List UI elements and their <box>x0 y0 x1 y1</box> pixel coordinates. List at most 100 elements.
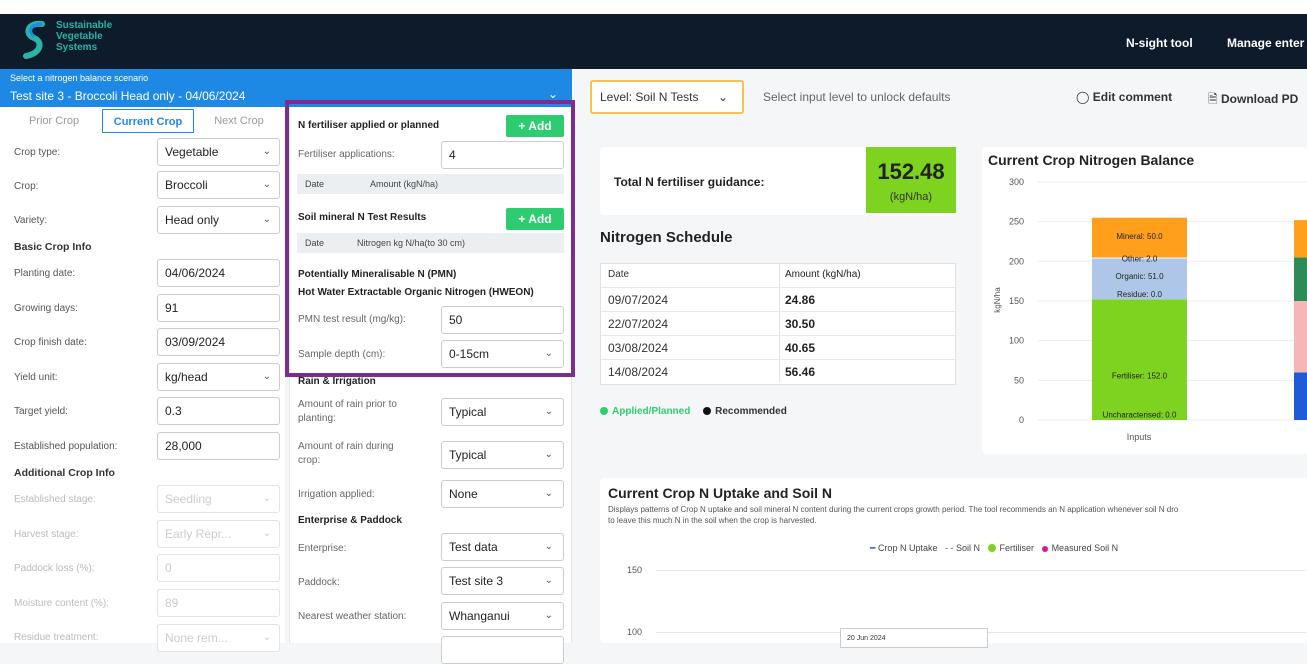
level-hint: Select input level to unlock defaults <box>763 90 951 104</box>
rain-during-value: Typical <box>449 448 487 462</box>
balance-chart: 0 50 100 150 200 250 300 kgN/ha Inputs Uncharacte… <box>993 177 1307 442</box>
harvest-stage-value: Early Repr... <box>165 527 232 541</box>
comment-icon: ◯ <box>1076 90 1093 104</box>
variety-label: Variety: <box>14 215 48 226</box>
col-date: Date <box>305 238 325 248</box>
weather-station-select[interactable]: Whanganui ⌄ <box>441 602 564 630</box>
schedule-legend: Applied/Planned Recommended <box>600 406 787 417</box>
download-label: Download PD <box>1220 92 1299 106</box>
harvest-stage-select[interactable]: Early Repr... ⌄ <box>157 520 280 548</box>
col-amount: Amount (kgN/ha) <box>785 269 861 280</box>
x-axis-label: Inputs <box>1127 432 1152 442</box>
bar-segment-fertiliser <box>1092 299 1187 420</box>
legend-soil-n: Soil N <box>956 543 981 553</box>
table-row: 03/08/2024 40.65 <box>601 336 955 360</box>
target-yield-input[interactable]: 0.3 <box>157 397 280 425</box>
plus-icon: + <box>518 212 529 226</box>
rain-prior-label: Amount of rain prior to planting: <box>298 399 397 424</box>
y-axis-label: kgN/ha <box>993 287 1002 313</box>
legend-crop-n-uptake: Crop N Uptake <box>877 543 938 553</box>
y-tick-label: 50 <box>1014 375 1024 385</box>
navbar: Sustainable Vegetable Systems N-sight to… <box>0 14 1307 69</box>
dash-icon: - - <box>944 543 954 553</box>
edit-comment-label: Edit comment <box>1092 90 1173 104</box>
stage-label: Established stage: <box>14 494 96 505</box>
guidance-value: 152.48 <box>877 159 945 184</box>
chevron-down-icon: ⌄ <box>262 179 271 190</box>
tab-next-crop[interactable]: Next Crop <box>198 109 280 133</box>
sample-depth-select[interactable]: 0-15cm ⌄ <box>441 340 564 368</box>
tab-current-crop[interactable]: Current Crop <box>102 109 194 133</box>
level-select[interactable]: Level: Soil N Tests ⌄ <box>590 80 744 114</box>
growing-days-input[interactable]: 91 <box>157 294 280 322</box>
chevron-down-icon: ⌄ <box>717 90 728 104</box>
row-amount: 56.46 <box>785 365 816 379</box>
chevron-down-icon: ⌄ <box>262 371 271 382</box>
col-amount: Amount (kgN/ha) <box>370 179 439 189</box>
guidance-value-box: 152.48 (kgN/ha) <box>866 147 956 213</box>
target-yield-label: Target yield: <box>14 406 68 417</box>
crop-type-select[interactable]: Vegetable ⌄ <box>157 138 280 166</box>
recommended-dot-icon <box>703 407 712 415</box>
row-amount: 24.86 <box>785 293 816 307</box>
enterprise-paddock-heading: Enterprise & Paddock <box>298 515 402 526</box>
scenario-select[interactable]: Select a nitrogen balance scenario Test … <box>0 69 572 107</box>
paddock-select[interactable]: Test site 3 ⌄ <box>441 567 564 595</box>
applied-dot-icon <box>600 407 608 415</box>
nav-nsight-tool[interactable]: N-sight tool <box>1126 36 1193 50</box>
residue-select[interactable]: None rem... ⌄ <box>157 624 280 652</box>
irrigation-label: Irrigation applied: <box>298 489 375 500</box>
nav-manage-enterprise[interactable]: Manage enter <box>1227 36 1304 50</box>
row-date: 22/07/2024 <box>608 317 669 331</box>
population-input[interactable]: 28,000 <box>157 432 280 460</box>
data-label-other: Other: 2.0 <box>1122 254 1158 263</box>
paddock-value: Test site 3 <box>449 574 504 588</box>
line-icon: ━ <box>870 543 876 553</box>
crop-finish-input[interactable]: 03/09/2024 <box>157 328 280 356</box>
irrigation-select[interactable]: None ⌄ <box>441 480 564 508</box>
crop-select[interactable]: Broccoli ⌄ <box>157 171 280 199</box>
row-date: 03/08/2024 <box>608 341 669 355</box>
pmn-heading: Potentially Mineralisable N (PMN) <box>298 269 457 280</box>
row-date: 09/07/2024 <box>608 293 669 307</box>
crop-label: Crop: <box>14 181 39 192</box>
download-pdf-button[interactable]: 🗎 Download PD <box>1208 90 1298 111</box>
scenario-label: Select a nitrogen balance scenario <box>10 73 149 83</box>
crop-type-label: Crop type: <box>14 147 61 158</box>
uptake-chart-title: Current Crop N Uptake and Soil N <box>608 485 833 501</box>
enterprise-label: Enterprise: <box>298 543 347 554</box>
variety-select[interactable]: Head only ⌄ <box>157 206 280 234</box>
tab-prior-crop[interactable]: Prior Crop <box>10 109 98 133</box>
edit-comment-button[interactable]: ◯ Edit comment <box>1076 90 1172 104</box>
balance-chart-title: Current Crop Nitrogen Balance <box>988 152 1195 168</box>
enterprise-select[interactable]: Test data ⌄ <box>441 533 564 561</box>
planting-date-label: Planting date: <box>14 268 76 279</box>
table-row: 09/07/2024 24.86 <box>601 288 955 312</box>
legend-recommended: Recommended <box>715 406 787 417</box>
data-label-organic: Organic: 51.0 <box>1115 272 1164 281</box>
rain-prior-select[interactable]: Typical ⌄ <box>441 398 564 426</box>
rain-during-select[interactable]: Typical ⌄ <box>441 441 564 469</box>
uptake-chart-card <box>600 478 1307 643</box>
pmn-input[interactable]: 50 <box>441 306 564 334</box>
add-fertiliser-button[interactable]: + Add <box>506 115 564 137</box>
add-soil-test-button[interactable]: + Add <box>506 208 564 230</box>
brand-line-3: Systems <box>56 42 98 53</box>
additional-crop-info-heading: Additional Crop Info <box>14 467 115 479</box>
stage-select[interactable]: Seedling ⌄ <box>157 485 280 513</box>
paddock-loss-input[interactable]: 0 <box>157 554 280 582</box>
planting-date-input[interactable]: 04/06/2024 <box>157 259 280 287</box>
next-field-input[interactable] <box>441 636 564 664</box>
moisture-label: Moisture content (%): <box>14 598 110 609</box>
basic-crop-info-heading: Basic Crop Info <box>14 241 92 253</box>
partial-bar-segment <box>1294 220 1307 258</box>
moisture-input[interactable]: 89 <box>157 589 280 617</box>
document-icon: 🗎 <box>1208 92 1221 106</box>
y-tick-label: 150 <box>627 565 643 575</box>
brand-name: Sustainable Vegetable Systems <box>56 20 136 53</box>
plus-icon: + <box>518 119 529 133</box>
variety-value: Head only <box>165 213 220 227</box>
fertiliser-applications-input[interactable]: 4 <box>441 141 564 169</box>
yield-unit-select[interactable]: kg/head ⌄ <box>157 363 280 391</box>
y-tick-label: 200 <box>1009 256 1024 266</box>
